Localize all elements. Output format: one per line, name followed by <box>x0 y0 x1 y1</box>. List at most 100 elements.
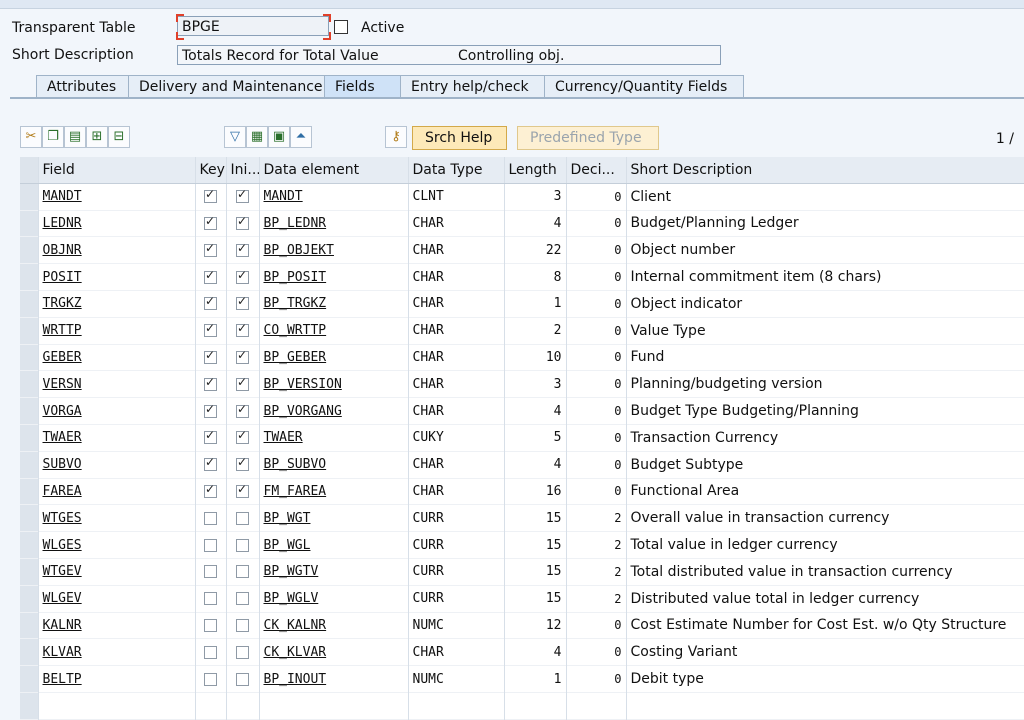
empty-cell[interactable] <box>626 692 1024 720</box>
data-element-cell[interactable]: BP_POSIT <box>259 263 409 291</box>
initial-cell[interactable] <box>226 263 260 291</box>
row-selector[interactable] <box>20 210 39 237</box>
row-selector[interactable] <box>20 504 39 532</box>
initial-cell[interactable] <box>226 612 260 639</box>
key-cell[interactable] <box>195 290 227 318</box>
col-header-decimals[interactable]: Deci... <box>566 157 627 184</box>
initial-cell[interactable] <box>226 424 260 452</box>
details-icon[interactable]: ▦ <box>246 126 268 148</box>
row-selector[interactable] <box>20 236 39 264</box>
data-element-cell[interactable]: CO_WRTTP <box>259 317 409 345</box>
select-all-handle[interactable] <box>20 157 39 184</box>
initial-cell[interactable] <box>226 317 260 345</box>
initial-checkbox[interactable] <box>236 455 249 472</box>
initial-checkbox[interactable] <box>236 241 249 257</box>
col-header-short-description[interactable]: Short Description <box>626 157 1024 184</box>
key-cell[interactable] <box>195 558 227 586</box>
row-selector[interactable] <box>20 397 39 425</box>
field-name-cell[interactable]: OBJNR <box>38 236 196 264</box>
initial-checkbox[interactable] <box>236 672 249 686</box>
table-row[interactable]: KLVAR CK_KLVAR CHAR 4 0 Costing Variant <box>20 638 1024 666</box>
row-selector[interactable] <box>20 370 39 398</box>
field-name-cell[interactable]: TWAER <box>38 424 196 452</box>
field-name-cell[interactable]: WTGEV <box>38 558 196 586</box>
field-name-cell[interactable]: POSIT <box>38 263 196 291</box>
key-checkbox[interactable] <box>204 592 217 606</box>
key-cell[interactable] <box>195 504 227 532</box>
key-checkbox[interactable] <box>204 645 217 659</box>
tab-delivery-maintenance[interactable]: Delivery and Maintenance <box>128 75 326 97</box>
data-element-cell[interactable]: BP_GEBER <box>259 344 409 371</box>
key-checkbox[interactable] <box>204 672 217 686</box>
field-name-cell[interactable]: MANDT <box>38 183 196 211</box>
initial-checkbox[interactable] <box>236 565 249 579</box>
key-icon[interactable]: ⚷ <box>385 126 407 148</box>
key-checkbox[interactable] <box>204 321 217 338</box>
field-name-cell[interactable]: WLGEV <box>38 585 196 613</box>
key-cell[interactable] <box>195 612 227 639</box>
table-row[interactable]: TWAERTWAERCUKY50Transaction Currency <box>20 424 1024 452</box>
col-header-length[interactable]: Length <box>504 157 567 184</box>
table-row[interactable]: WLGEV BP_WGLV CURR 15 2 Distributed value tot… <box>20 585 1024 613</box>
row-selector[interactable] <box>20 558 39 586</box>
data-element-cell[interactable]: BP_WGT <box>259 504 409 532</box>
col-header-data-element[interactable]: Data element <box>259 157 409 184</box>
data-element-cell[interactable]: FM_FAREA <box>259 478 409 505</box>
empty-cell[interactable] <box>408 692 505 720</box>
initial-checkbox[interactable] <box>236 375 249 391</box>
initial-cell[interactable] <box>226 531 260 559</box>
table-row[interactable]: SUBVO BP_SUBVOCHAR40Budget Subtype <box>20 451 1024 479</box>
initial-cell[interactable] <box>226 236 260 264</box>
key-cell[interactable] <box>195 236 227 264</box>
field-name-cell[interactable]: WTGES <box>38 504 196 532</box>
initial-checkbox[interactable] <box>236 618 249 632</box>
key-checkbox[interactable] <box>204 618 217 632</box>
key-cell[interactable] <box>195 585 227 613</box>
field-name-cell[interactable]: VERSN <box>38 370 196 398</box>
insert-row-icon[interactable]: ⊞ <box>86 126 108 148</box>
key-checkbox[interactable] <box>204 348 217 364</box>
data-element-cell[interactable]: BP_OBJEKT <box>259 236 409 264</box>
key-cell[interactable] <box>195 344 227 371</box>
initial-cell[interactable] <box>226 504 260 532</box>
tab-attributes[interactable]: Attributes <box>36 75 130 97</box>
table-row[interactable]: TRGKZ BP_TRGKZCHAR10Object indicator <box>20 290 1024 318</box>
tab-entry-help-check[interactable]: Entry help/check <box>400 75 546 97</box>
table-row[interactable]: WRTTP CO_WRTTPCHAR20Value Type <box>20 317 1024 345</box>
key-checkbox[interactable] <box>204 565 217 579</box>
key-cell[interactable] <box>195 478 227 505</box>
empty-row[interactable] <box>20 692 1024 720</box>
key-cell[interactable] <box>195 317 227 345</box>
data-element-cell[interactable]: BP_INOUT <box>259 665 409 693</box>
key-checkbox[interactable] <box>204 294 217 311</box>
table-row[interactable]: MANDTMANDTCLNT30Client <box>20 183 1024 211</box>
key-cell[interactable] <box>195 263 227 291</box>
sort-icon[interactable]: ⏶ <box>290 126 312 148</box>
key-cell[interactable] <box>195 424 227 452</box>
table-row[interactable]: WLGES BP_WGL CURR 15 2 Total value in ledger … <box>20 531 1024 559</box>
empty-cell[interactable] <box>504 692 567 720</box>
field-name-cell[interactable]: KALNR <box>38 612 196 639</box>
key-cell[interactable] <box>195 370 227 398</box>
field-name-cell[interactable]: KLVAR <box>38 638 196 666</box>
empty-cell[interactable] <box>566 692 627 720</box>
row-selector[interactable] <box>20 638 39 666</box>
key-checkbox[interactable] <box>204 482 217 498</box>
key-cell[interactable] <box>195 665 227 693</box>
field-name-cell[interactable]: GEBER <box>38 344 196 371</box>
data-element-cell[interactable]: BP_TRGKZ <box>259 290 409 318</box>
field-name-cell[interactable]: TRGKZ <box>38 290 196 318</box>
row-selector[interactable] <box>20 665 39 693</box>
col-header-data-type[interactable]: Data Type <box>408 157 505 184</box>
table-row[interactable]: KALNR CK_KALNR NUMC 12 0 Cost Estimate Number… <box>20 612 1024 639</box>
field-name-cell[interactable]: LEDNR <box>38 210 196 237</box>
data-element-cell[interactable]: BP_VERSION <box>259 370 409 398</box>
initial-cell[interactable] <box>226 397 260 425</box>
row-selector[interactable] <box>20 344 39 371</box>
initial-checkbox[interactable] <box>236 645 249 659</box>
table-display-icon[interactable] <box>334 20 348 34</box>
data-element-cell[interactable]: BP_WGTV <box>259 558 409 586</box>
paste-icon[interactable]: ▤ <box>64 126 86 148</box>
data-element-cell[interactable]: CK_KALNR <box>259 612 409 639</box>
initial-cell[interactable] <box>226 638 260 666</box>
